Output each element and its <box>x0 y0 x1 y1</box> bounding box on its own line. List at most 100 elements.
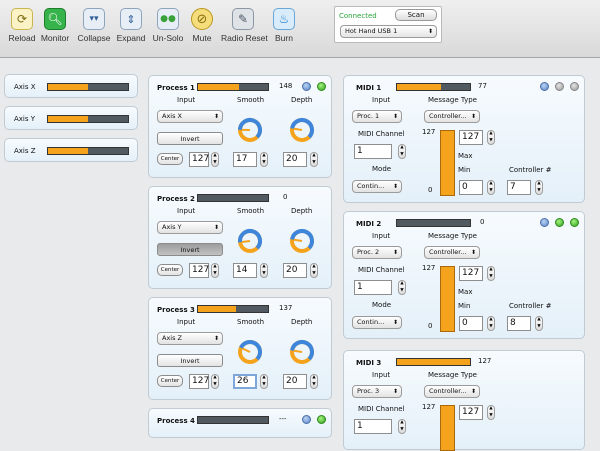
solo-light-icon[interactable] <box>317 82 326 91</box>
collapse-triangle-icon[interactable] <box>302 82 311 91</box>
solo-light-icon[interactable] <box>555 82 564 91</box>
collapse-triangle-icon[interactable] <box>540 218 549 227</box>
process-1-invert-button[interactable]: Invert <box>157 132 223 145</box>
process-3-center-field[interactable]: 127 <box>189 374 209 389</box>
chevron-updown-icon: ⬍ <box>214 111 219 122</box>
midi-1-max-field[interactable]: 127 <box>459 130 483 145</box>
process-3-depth-knob[interactable] <box>288 338 316 366</box>
collapse-triangle-icon[interactable] <box>540 82 549 91</box>
process-1-depth-field[interactable]: 20 <box>283 152 307 167</box>
midi-1-controller-field[interactable]: 7 <box>507 180 531 195</box>
stepper-icon[interactable]: ▲▼ <box>535 180 543 195</box>
midi-3-meter <box>396 358 471 366</box>
burn-button[interactable]: ♨ Burn <box>262 4 306 56</box>
process-3-smooth-field[interactable]: 26 <box>233 374 257 389</box>
process-1-input-select[interactable]: Axis X⬍ <box>157 110 223 123</box>
midi-2-input-select[interactable]: Proc. 2⬍ <box>352 246 402 259</box>
stepper-icon[interactable]: ▲▼ <box>535 316 543 331</box>
chevron-updown-icon: ⬍ <box>471 247 476 258</box>
midi-3-max-field[interactable]: 127 <box>459 405 483 420</box>
process-3-meter <box>197 305 269 313</box>
midi-3-level-bar <box>440 405 455 451</box>
process-2-smooth-field[interactable]: 14 <box>233 263 257 278</box>
midi-1-channel-field[interactable]: 1 <box>354 144 392 159</box>
stepper-icon[interactable]: ▲▼ <box>260 152 268 167</box>
stepper-icon[interactable]: ▲▼ <box>260 374 268 389</box>
midi-2-controller-field[interactable]: 8 <box>507 316 531 331</box>
process-1-smooth-knob[interactable] <box>236 116 264 144</box>
mute-icon: ⊘ <box>191 8 213 30</box>
process-2-center-button[interactable]: Center <box>157 264 183 276</box>
collapse-icon: ▾▾ <box>83 8 105 30</box>
midi-2-max-field[interactable]: 127 <box>459 266 483 281</box>
monitor-button[interactable]: 🔍︎ Monitor <box>33 4 77 56</box>
midi-1-mode-select[interactable]: Contin...⬍ <box>352 180 402 193</box>
stepper-icon[interactable]: ▲▼ <box>487 316 495 331</box>
process-1-depth-knob[interactable] <box>288 116 316 144</box>
process-3-invert-button[interactable]: Invert <box>157 354 223 367</box>
reload-icon: ⟳ <box>11 8 33 30</box>
midi-2-meter <box>396 219 471 227</box>
process-3-depth-field[interactable]: 20 <box>283 374 307 389</box>
solo-light-icon[interactable] <box>555 218 564 227</box>
process-2-invert-button[interactable]: Invert <box>157 243 223 256</box>
process-2-smooth-knob[interactable] <box>236 227 264 255</box>
process-2-input-select[interactable]: Axis Y⬍ <box>157 221 223 234</box>
device-select[interactable]: Hot Hand USB 1⬍ <box>340 25 437 38</box>
stepper-icon[interactable]: ▲▼ <box>211 263 219 278</box>
stepper-icon[interactable]: ▲▼ <box>487 180 495 195</box>
knob-icon <box>236 227 264 255</box>
radio-reset-button[interactable]: ✎ Radio Reset <box>221 4 265 56</box>
process-1-center-field[interactable]: 127 <box>189 152 209 167</box>
midi-1-min-field[interactable]: 0 <box>459 180 483 195</box>
axis-y-panel: Axis Y <box>4 106 138 130</box>
process-2-meter <box>197 194 269 202</box>
stepper-icon[interactable]: ▲▼ <box>487 130 495 145</box>
stepper-icon[interactable]: ▲▼ <box>487 405 495 420</box>
chevron-updown-icon: ⬍ <box>471 111 476 122</box>
midi-1-panel: MIDI 1 77 Input Message Type Proc. 1⬍ Co… <box>343 75 585 203</box>
process-3-input-select[interactable]: Axis Z⬍ <box>157 332 223 345</box>
process-2-depth-field[interactable]: 20 <box>283 263 307 278</box>
midi-2-mode-select[interactable]: Contin...⬍ <box>352 316 402 329</box>
midi-2-channel-field[interactable]: 1 <box>354 280 392 295</box>
chevron-updown-icon: ⬍ <box>393 111 398 122</box>
process-4-meter <box>197 416 269 424</box>
stepper-icon[interactable]: ▲▼ <box>310 374 318 389</box>
midi-2-min-field[interactable]: 0 <box>459 316 483 331</box>
process-3-center-button[interactable]: Center <box>157 375 183 387</box>
process-2-panel: Process 2 0 Input Smooth Depth Axis Y⬍ I… <box>148 186 332 289</box>
stepper-icon[interactable]: ▲▼ <box>310 152 318 167</box>
process-3-smooth-knob[interactable] <box>236 338 264 366</box>
scan-button[interactable]: Scan <box>395 9 437 21</box>
midi-3-channel-field[interactable]: 1 <box>354 419 392 434</box>
midi-1-type-select[interactable]: Controller...⬍ <box>424 110 480 123</box>
solo-light-icon[interactable] <box>317 415 326 424</box>
stepper-icon[interactable]: ▲▼ <box>398 144 406 159</box>
burn-icon: ♨ <box>273 8 295 30</box>
chevron-updown-icon: ⬍ <box>393 247 398 258</box>
process-2-depth-knob[interactable] <box>288 227 316 255</box>
process-1-center-button[interactable]: Center <box>157 153 183 165</box>
midi-3-input-select[interactable]: Proc. 3⬍ <box>352 385 402 398</box>
midi-3-type-select[interactable]: Controller...⬍ <box>424 385 480 398</box>
stepper-icon[interactable]: ▲▼ <box>211 152 219 167</box>
mute-light-icon[interactable] <box>570 218 579 227</box>
mute-button[interactable]: ⊘ Mute <box>180 4 224 56</box>
expand-triangle-icon[interactable] <box>302 415 311 424</box>
stepper-icon[interactable]: ▲▼ <box>398 280 406 295</box>
stepper-icon[interactable]: ▲▼ <box>398 419 406 434</box>
process-1-meter <box>197 83 269 91</box>
unsolo-icon: ●● <box>157 8 179 30</box>
stepper-icon[interactable]: ▲▼ <box>260 263 268 278</box>
stepper-icon[interactable]: ▲▼ <box>487 266 495 281</box>
expand-icon: ⇕ <box>120 8 142 30</box>
process-2-center-field[interactable]: 127 <box>189 263 209 278</box>
mute-light-icon[interactable] <box>570 82 579 91</box>
midi-2-type-select[interactable]: Controller...⬍ <box>424 246 480 259</box>
stepper-icon[interactable]: ▲▼ <box>310 263 318 278</box>
stepper-icon[interactable]: ▲▼ <box>211 374 219 389</box>
process-1-smooth-field[interactable]: 17 <box>233 152 257 167</box>
process-1-panel: Process 1 148 Input Smooth Depth Axis X⬍… <box>148 75 332 178</box>
midi-1-input-select[interactable]: Proc. 1⬍ <box>352 110 402 123</box>
